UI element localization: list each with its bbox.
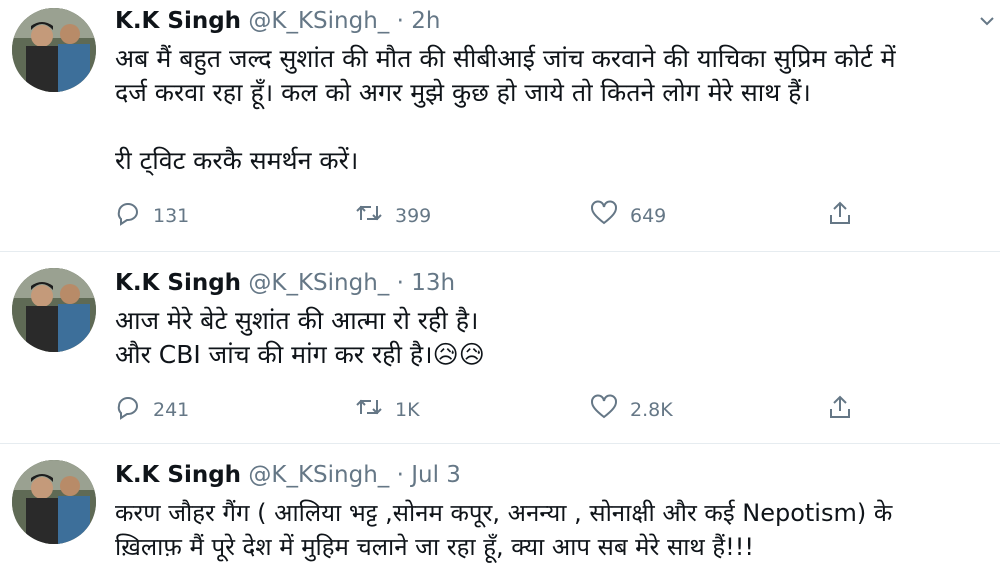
chevron-down-icon[interactable] bbox=[978, 12, 996, 34]
retweet-icon bbox=[355, 200, 395, 231]
heart-icon bbox=[590, 200, 630, 231]
reply-icon bbox=[115, 394, 153, 425]
share-icon bbox=[827, 200, 865, 231]
author-name[interactable]: K.K Singh bbox=[115, 462, 241, 488]
timestamp[interactable]: Jul 3 bbox=[411, 462, 461, 488]
separator-dot: · bbox=[396, 270, 404, 296]
reply-count: 241 bbox=[153, 398, 190, 421]
timestamp[interactable]: 2h bbox=[411, 8, 440, 34]
timestamp[interactable]: 13h bbox=[411, 270, 455, 296]
reply-count: 131 bbox=[153, 204, 190, 227]
retweet-count: 399 bbox=[395, 204, 432, 227]
separator-dot: · bbox=[396, 8, 404, 34]
tweet-text: अब मैं बहुत जल्द सुशांत की मौत की सीबीआई… bbox=[115, 44, 896, 175]
tweet-text: करण जौहर गैंग ( आलिया भट्ट ,सोनम कपूर, अ… bbox=[115, 499, 893, 561]
reply-icon bbox=[115, 200, 153, 231]
tweet-header: K.K Singh @K_KSingh_ · 13h bbox=[115, 270, 455, 296]
tweet-actions: 131 399 649 bbox=[115, 200, 875, 230]
author-name[interactable]: K.K Singh bbox=[115, 270, 241, 296]
like-count: 649 bbox=[630, 204, 667, 227]
tweet[interactable]: K.K Singh @K_KSingh_ · 13h आज मेरे बेटे … bbox=[0, 252, 1000, 444]
avatar[interactable] bbox=[12, 8, 96, 92]
avatar[interactable] bbox=[12, 268, 96, 352]
author-handle[interactable]: @K_KSingh_ bbox=[248, 8, 389, 34]
heart-icon bbox=[590, 394, 630, 425]
tweet-header: K.K Singh @K_KSingh_ · Jul 3 bbox=[115, 462, 461, 488]
reply-button[interactable]: 131 bbox=[115, 200, 189, 231]
separator-dot: · bbox=[396, 462, 404, 488]
share-icon bbox=[827, 394, 865, 425]
like-button[interactable]: 2.8K bbox=[590, 394, 673, 425]
share-button[interactable] bbox=[827, 200, 865, 231]
tweet-actions: 241 1K 2.8K bbox=[115, 394, 875, 424]
author-handle[interactable]: @K_KSingh_ bbox=[248, 270, 389, 296]
tweet-header: K.K Singh @K_KSingh_ · 2h bbox=[115, 8, 440, 34]
reply-button[interactable]: 241 bbox=[115, 394, 189, 425]
author-handle[interactable]: @K_KSingh_ bbox=[248, 462, 389, 488]
retweet-button[interactable]: 399 bbox=[355, 200, 431, 231]
like-count: 2.8K bbox=[630, 398, 673, 421]
share-button[interactable] bbox=[827, 394, 865, 425]
author-name[interactable]: K.K Singh bbox=[115, 8, 241, 34]
tweet[interactable]: K.K Singh @K_KSingh_ · Jul 3 करण जौहर गै… bbox=[0, 444, 1000, 563]
avatar[interactable] bbox=[12, 460, 96, 544]
retweet-button[interactable]: 1K bbox=[355, 394, 420, 425]
tweet[interactable]: K.K Singh @K_KSingh_ · 2h अब मैं बहुत जल… bbox=[0, 0, 1000, 252]
tweet-text: आज मेरे बेटे सुशांत की आत्मा रो रही है। … bbox=[115, 306, 485, 369]
like-button[interactable]: 649 bbox=[590, 200, 666, 231]
retweet-icon bbox=[355, 394, 395, 425]
retweet-count: 1K bbox=[395, 398, 420, 421]
